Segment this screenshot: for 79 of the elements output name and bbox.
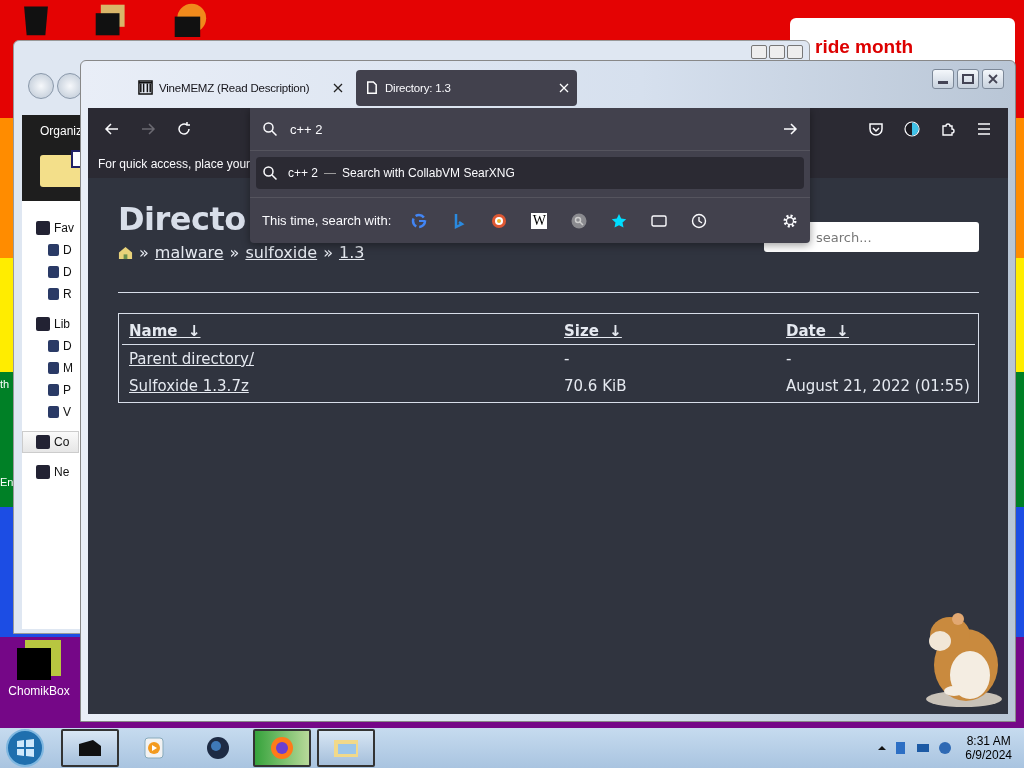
- forward-button[interactable]: [57, 73, 83, 99]
- table-cell: August 21, 2022 (01:55): [786, 376, 970, 395]
- tab-icon[interactable]: [651, 212, 668, 229]
- breadcrumb-link[interactable]: 1.3: [338, 243, 365, 263]
- settings-icon[interactable]: [782, 212, 798, 229]
- minimize-button[interactable]: [932, 69, 954, 89]
- table-cell: 70.6 KiB: [564, 376, 627, 395]
- file-link[interactable]: Parent directory/: [129, 349, 254, 368]
- column-header[interactable]: Date ↓: [786, 321, 849, 340]
- sidebar-item[interactable]: V: [22, 401, 71, 423]
- breadcrumb-separator: »: [229, 243, 240, 263]
- g-logo-icon[interactable]: [411, 212, 428, 229]
- app-icon[interactable]: [17, 640, 61, 680]
- back-icon[interactable]: [104, 121, 120, 137]
- suggestion-separator: —: [324, 166, 337, 180]
- file-icon: [364, 80, 379, 95]
- sidebar-item[interactable]: M: [22, 357, 73, 379]
- file-link[interactable]: Sulfoxide 1.3.7z: [129, 376, 249, 395]
- close-icon: [988, 74, 998, 84]
- taskbar-button[interactable]: [253, 729, 311, 767]
- building-icon: [138, 80, 153, 95]
- organize-menu[interactable]: Organiz: [40, 124, 83, 138]
- duck-logo-icon[interactable]: [491, 212, 508, 229]
- home-icon[interactable]: [118, 245, 133, 261]
- reload-icon[interactable]: [176, 121, 192, 137]
- menu-icon[interactable]: [976, 121, 992, 137]
- minimize-button[interactable]: [751, 45, 767, 59]
- sidebar-item[interactable]: Ne: [22, 461, 70, 483]
- start-button[interactable]: [5, 728, 45, 768]
- suggestion-action: Search with CollabVM SearXNG: [342, 166, 515, 180]
- column-header[interactable]: Size ↓: [564, 321, 622, 340]
- history-icon[interactable]: [691, 212, 708, 229]
- maximize-icon: [962, 74, 974, 84]
- browser-tab[interactable]: VineMEMZ (Read Description): [130, 69, 351, 106]
- account-icon[interactable]: [904, 121, 920, 137]
- puzzle-icon[interactable]: [940, 121, 956, 137]
- magnifier-icon[interactable]: [571, 212, 588, 229]
- sidebar-item[interactable]: P: [22, 379, 71, 401]
- desktop-text: th: [0, 378, 10, 390]
- sidebar-item[interactable]: R: [22, 283, 72, 305]
- clock[interactable]: 8:31 AM 6/9/2024: [965, 734, 1012, 762]
- breadcrumb-link[interactable]: malware: [154, 243, 224, 263]
- desktop-icon-label[interactable]: ChomikBox: [8, 684, 70, 698]
- sidebar-item[interactable]: D: [22, 335, 72, 357]
- maximize-button[interactable]: [957, 69, 979, 89]
- bookmarks-hint: For quick access, place your: [98, 157, 251, 171]
- breadcrumb-link[interactable]: sulfoxide: [245, 243, 318, 263]
- search-icon: [262, 165, 278, 181]
- suggestion-query: c++ 2: [288, 166, 319, 180]
- sidebar-item[interactable]: D: [22, 239, 72, 261]
- tray-arrow-icon[interactable]: [877, 743, 888, 753]
- banner-text: ride month: [815, 36, 914, 58]
- sidebar-item[interactable]: D: [22, 261, 72, 283]
- column-header[interactable]: Name ↓: [129, 321, 201, 340]
- browser-tab[interactable]: Directory: 1.3: [356, 69, 577, 106]
- sidebar-item[interactable]: Lib: [22, 313, 70, 335]
- wiki-logo-icon[interactable]: W: [531, 212, 548, 229]
- search-with-label: This time, search with:: [262, 213, 392, 228]
- star-icon[interactable]: [611, 212, 628, 229]
- taskbar-button[interactable]: [317, 729, 375, 767]
- sidebar-item[interactable]: Fav: [22, 217, 74, 239]
- sidebar-item[interactable]: Co: [22, 431, 79, 453]
- breadcrumb-separator: »: [139, 243, 149, 263]
- search-suggestion[interactable]: c++ 2 — Search with CollabVM SearXNG: [256, 157, 804, 189]
- go-arrow-icon[interactable]: [782, 121, 798, 137]
- close-icon[interactable]: [333, 82, 343, 93]
- close-button[interactable]: [787, 45, 803, 59]
- maximize-button[interactable]: [769, 45, 785, 59]
- taskbar-button[interactable]: [61, 729, 119, 767]
- minimize-icon: [938, 80, 948, 84]
- close-button[interactable]: [982, 69, 1004, 89]
- search-icon: [262, 121, 278, 137]
- page-heading: Directo: [118, 202, 246, 238]
- table-cell: -: [564, 349, 570, 368]
- desktop-text: En: [0, 476, 14, 488]
- breadcrumb-separator: »: [323, 243, 333, 263]
- pocket-icon[interactable]: [868, 121, 884, 137]
- table-cell: -: [786, 349, 792, 368]
- speaker-icon[interactable]: [937, 740, 954, 756]
